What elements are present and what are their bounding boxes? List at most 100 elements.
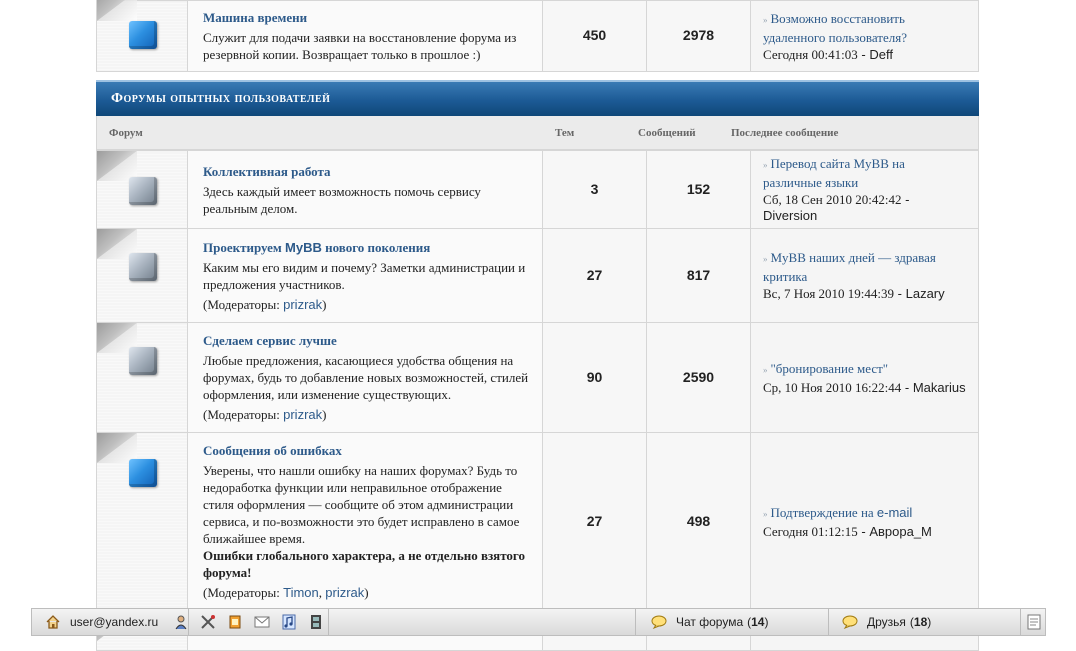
moderator-link[interactable]: prizrak xyxy=(283,407,322,422)
posts-count: 498 xyxy=(646,432,751,611)
posts-value: 2978 xyxy=(682,27,715,43)
tools-icon[interactable] xyxy=(199,613,217,631)
new-posts-icon xyxy=(129,459,157,487)
last-post-author[interactable]: Deff xyxy=(869,47,893,62)
forum-description: Каким мы его видим и почему? Заметки адм… xyxy=(203,259,526,292)
topics-value: 90 xyxy=(586,368,603,385)
forum-description: Здесь каждый имеет возможность помочь се… xyxy=(203,183,481,216)
home-icon[interactable] xyxy=(44,613,62,631)
col-forum: Форум xyxy=(109,127,143,139)
music-icon[interactable] xyxy=(280,613,298,631)
col-topics: Тем xyxy=(555,127,575,139)
last-post-title[interactable]: MyBB наших дней — здравая критика xyxy=(763,250,936,284)
friends-label[interactable]: Друзья xyxy=(867,615,906,629)
user-account-button[interactable]: user@yandex.ru xyxy=(32,609,189,635)
forum-title-link[interactable]: Коллективная работа xyxy=(203,164,331,179)
chat-count: 14 xyxy=(751,615,765,629)
last-post-date: Сб, 18 Сен 2010 20:42:42 xyxy=(763,192,902,207)
last-post-link[interactable]: » Возможно восстановить удаленного пользо… xyxy=(763,10,966,46)
posts-value: 152 xyxy=(686,180,711,197)
last-post-link[interactable]: » Перевод сайта MyBB на различные языки xyxy=(763,155,966,191)
last-post-meta: Сегодня 00:41:03 - Deff xyxy=(763,47,966,63)
separator: - xyxy=(857,523,870,539)
posts-value: 498 xyxy=(686,512,711,529)
last-post-author[interactable]: Diversion xyxy=(763,208,817,223)
moderators-list: (Модераторы: prizrak) xyxy=(203,407,530,423)
last-post-meta: Вс, 7 Ноя 2010 19:44:39 - Lazary xyxy=(763,286,966,302)
last-post-title[interactable]: "бронирование мест" xyxy=(771,361,889,376)
separator: - xyxy=(901,379,913,395)
last-post-link[interactable]: » MyBB наших дней — здравая критика xyxy=(763,249,966,285)
notes-icon[interactable] xyxy=(226,613,244,631)
forum-status-cell xyxy=(96,150,188,229)
forum-info-cell: Сделаем сервис лучше Любые предложения, … xyxy=(187,322,543,433)
friends-button[interactable]: Друзья (18) xyxy=(827,609,1021,635)
forum-row: Сделаем сервис лучше Любые предложения, … xyxy=(96,322,979,433)
forum-table: Коллективная работа Здесь каждый имеет в… xyxy=(96,150,979,651)
moderators-label: (Модераторы: xyxy=(203,407,280,422)
last-post-author[interactable]: Makarius xyxy=(913,380,966,395)
separator: - xyxy=(894,286,906,301)
forum-info-cell: Проектируем MyBB нового поколения Каким … xyxy=(187,228,543,323)
forum-row: Сообщения об ошибках Уверены, что нашли … xyxy=(96,432,979,611)
profile-icon[interactable] xyxy=(172,613,190,631)
forum-chat-button[interactable]: Чат форума (14) xyxy=(635,609,829,635)
col-last-post: Последнее сообщение xyxy=(731,127,839,139)
title-part: Проектируем xyxy=(203,239,286,255)
page-icon[interactable] xyxy=(1025,613,1043,631)
user-email[interactable]: user@yandex.ru xyxy=(70,615,158,629)
moderators-label: (Модераторы: xyxy=(203,296,280,312)
moderators-list: (Модераторы: prizrak) xyxy=(203,297,530,313)
moderator-link[interactable]: Timon xyxy=(283,585,319,600)
separator: - xyxy=(857,46,870,62)
moderators-separator: , xyxy=(318,585,323,600)
last-post-date: Вс, 7 Ноя 2010 19:44:39 xyxy=(763,286,895,301)
posts-count: 817 xyxy=(646,228,751,323)
arrow-icon: » xyxy=(763,160,768,170)
last-post-link[interactable]: » Подтверждение на e-mail xyxy=(763,504,966,523)
forum-title-link[interactable]: Сделаем сервис лучше xyxy=(203,333,337,348)
moderators-list: (Модераторы: Timon, prizrak) xyxy=(203,585,530,601)
last-post-title[interactable]: Возможно восстановить удаленного пользов… xyxy=(763,11,907,45)
forum-status-cell xyxy=(96,0,188,72)
topics-count: 3 xyxy=(542,150,647,229)
mail-icon[interactable] xyxy=(253,613,271,631)
posts-value: 817 xyxy=(686,266,711,283)
last-post-date: Сегодня 00:41:03 xyxy=(763,46,858,62)
separator: - xyxy=(901,192,910,207)
page-button[interactable] xyxy=(1020,609,1046,635)
forum-description-note: Ошибки глобального характера, а не отдел… xyxy=(203,548,526,580)
forum-row: Коллективная работа Здесь каждый имеет в… xyxy=(96,150,979,229)
film-icon[interactable] xyxy=(307,613,325,631)
column-headers: Форум Тем Сообщений Последнее сообщение xyxy=(96,116,979,150)
last-post-meta: Ср, 10 Ноя 2010 16:22:44 - Makarius xyxy=(763,380,966,396)
chat-label[interactable]: Чат форума xyxy=(676,615,743,629)
brand-name: MyBB xyxy=(285,239,322,255)
forum-title-link[interactable]: Машина времени xyxy=(203,10,307,25)
moderators-label: (Модераторы: xyxy=(203,585,280,600)
topics-count: 27 xyxy=(542,432,647,611)
topics-value: 27 xyxy=(586,266,603,283)
topics-count: 450 xyxy=(542,0,647,72)
last-post-cell: » Подтверждение на e-mail Сегодня 01:12:1… xyxy=(750,432,979,611)
last-post-link[interactable]: » "бронирование мест" xyxy=(763,360,966,379)
forum-title-link[interactable]: Проектируем MyBB нового поколения xyxy=(203,240,430,255)
forum-row: Проектируем MyBB нового поколения Каким … xyxy=(96,228,979,323)
last-post-title[interactable]: Подтверждение на xyxy=(771,505,877,520)
forum-title-link[interactable]: Сообщения об ошибках xyxy=(203,443,342,458)
friends-count-close: ) xyxy=(927,615,932,629)
last-post-meta: Сб, 18 Сен 2010 20:42:42 - Diversion xyxy=(763,192,966,224)
forum-description: Служит для подачи заявки на восстановлен… xyxy=(203,30,517,62)
last-post-date: Ср, 10 Ноя 2010 16:22:44 xyxy=(763,379,902,395)
bottom-toolbar: user@yandex.ru Чат форума (14) Друзья (1… xyxy=(31,608,1046,636)
category-title[interactable]: Форумы опытных пользователей xyxy=(111,91,330,106)
category-header: Форумы опытных пользователей xyxy=(96,80,979,116)
moderator-link[interactable]: prizrak xyxy=(283,297,322,312)
last-post-author[interactable]: Lazary xyxy=(906,286,945,301)
topics-value: 3 xyxy=(590,180,599,197)
title-part: нового поколения xyxy=(321,239,431,255)
last-post-title-brand[interactable]: e-mail xyxy=(877,505,912,520)
last-post-title[interactable]: Перевод сайта MyBB на различные языки xyxy=(763,156,905,190)
moderator-link[interactable]: prizrak xyxy=(325,585,364,600)
last-post-author[interactable]: Аврора_М xyxy=(869,524,932,539)
